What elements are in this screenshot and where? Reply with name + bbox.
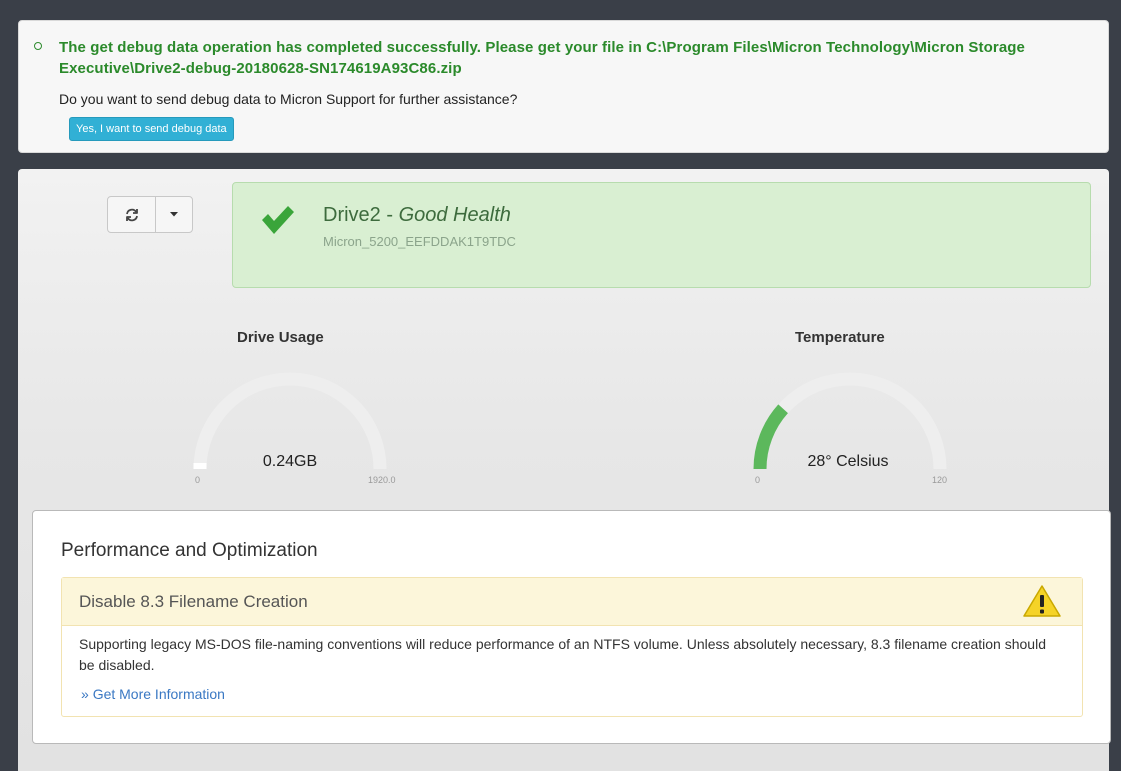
caret-down-icon — [170, 212, 178, 217]
drive-title-separator: - — [380, 204, 399, 226]
performance-title: Performance and Optimization — [61, 540, 318, 561]
alert-success-message: The get debug data operation has complet… — [59, 39, 1025, 77]
link-text: Get More Information — [92, 686, 225, 702]
refresh-button[interactable] — [108, 197, 156, 232]
alert-question: Do you want to send debug data to Micron… — [59, 91, 518, 107]
send-debug-data-button[interactable]: Yes, I want to send debug data — [69, 117, 234, 141]
warning-header: Disable 8.3 Filename Creation — [62, 578, 1082, 626]
refresh-icon — [125, 208, 138, 221]
temperature-gauge-fill — [753, 404, 789, 470]
refresh-options-dropdown[interactable] — [156, 197, 192, 232]
drive-overview-panel: Drive2 - Good Health Micron_5200_EEFDDAK… — [18, 169, 1111, 771]
performance-panel: Performance and Optimization Disable 8.3… — [32, 510, 1111, 744]
drive-health-status: Good Health — [398, 204, 511, 226]
link-prefix: » — [81, 686, 89, 702]
drive-health-card: Drive2 - Good Health Micron_5200_EEFDDAK… — [232, 182, 1091, 288]
refresh-split-button — [107, 196, 193, 233]
drive-usage-max: 1920.0 — [368, 475, 396, 485]
warning-icon — [1023, 585, 1061, 617]
drive-name: Drive2 — [323, 204, 381, 226]
checkmark-icon — [262, 206, 294, 234]
drive-usage-value: 0.24GB — [262, 453, 318, 470]
warning-title: Disable 8.3 Filename Creation — [79, 592, 308, 611]
warning-description: Supporting legacy MS-DOS file-naming con… — [79, 636, 1046, 673]
drive-usage-title: Drive Usage — [237, 329, 324, 346]
bullet-icon — [34, 42, 42, 50]
optimization-warning: Disable 8.3 Filename Creation Supporting… — [61, 577, 1083, 717]
temperature-value: 28° Celsius — [807, 453, 889, 470]
temperature-max: 120 — [932, 475, 948, 485]
get-more-information-link[interactable]: » Get More Information — [81, 686, 225, 702]
debug-alert: The get debug data operation has complet… — [18, 20, 1109, 153]
drive-model: Micron_5200_EEFDDAK1T9TDC — [323, 234, 516, 249]
drive-title: Drive2 - Good Health — [323, 204, 511, 227]
drive-usage-min: 0 — [195, 475, 201, 485]
temperature-min: 0 — [755, 475, 761, 485]
temperature-title: Temperature — [795, 329, 885, 346]
